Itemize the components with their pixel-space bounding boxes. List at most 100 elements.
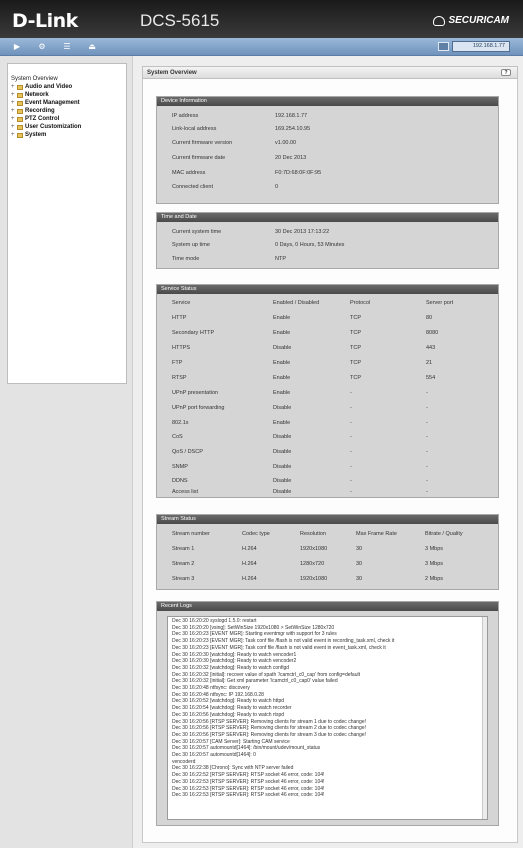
- log-line: Dec 30 16:20:57 automountd[1464]: /bin/m…: [172, 745, 321, 752]
- log-line: Dec 30 16:20:57 automountd[1464]: 0: [172, 752, 256, 759]
- stream-framerate: 30: [356, 546, 363, 552]
- log-line: Dec 30 16:22:53 [RTSP SERVER]: RTSP sock…: [172, 785, 325, 792]
- time-value: NTP: [275, 256, 286, 262]
- stream-framerate: 30: [356, 561, 363, 567]
- service-name: SNMP: [172, 464, 188, 470]
- device-label: Link-local address: [172, 126, 217, 132]
- log-line: Dec 30 16:20:32 [initial]: recover value…: [172, 671, 360, 678]
- log-line: Dec 30 16:20:32 [watchdog]: Ready to wat…: [172, 664, 290, 671]
- service-protocol: -: [350, 434, 352, 440]
- log-line: Dec 30 16:20:54 [watchdog]: Ready to wat…: [172, 705, 292, 712]
- camera-icon: [433, 15, 446, 26]
- folder-icon: [17, 116, 23, 122]
- sidebar-item-audio-and-video[interactable]: + Audio and Video: [11, 83, 124, 91]
- column-header: Server port: [426, 300, 454, 306]
- device-label: Current firmware date: [172, 155, 226, 161]
- ip-display: 192.168.1.77: [452, 41, 510, 52]
- service-protocol: TCP: [350, 345, 361, 351]
- sidebar-item-system[interactable]: + System: [11, 131, 124, 139]
- log-line: Dec 30 16:22:53 [RTSP SERVER]: RTSP sock…: [172, 778, 325, 785]
- securicam-logo: SECURICAM: [433, 15, 509, 26]
- panel-title: Stream Status: [157, 515, 498, 524]
- service-name: 802.1x: [172, 420, 189, 426]
- stream-name: Stream 3: [172, 576, 195, 582]
- service-state: Disable: [273, 345, 292, 351]
- folder-icon: [17, 132, 23, 138]
- stream-framerate: 30: [356, 576, 363, 582]
- service-port: -: [426, 420, 428, 426]
- sidebar-item-event-management[interactable]: + Event Management: [11, 99, 124, 107]
- device-value: 0: [275, 184, 279, 190]
- service-name: UPnP presentation: [172, 390, 219, 396]
- network-icon: [438, 42, 449, 51]
- column-header: Bitrate / Quality: [425, 531, 463, 537]
- log-line: Dec 30 16:20:23 [EVENT MGR]: Task conf f…: [172, 638, 395, 645]
- sidebar-root-system-overview[interactable]: System Overview: [11, 76, 124, 82]
- service-protocol: -: [350, 489, 352, 495]
- service-state: Enable: [273, 315, 291, 321]
- log-line: Dec 30 16:20:56 [watchdog]: Ready to wat…: [172, 711, 285, 718]
- service-name: Secondary HTTP: [172, 330, 215, 336]
- brand-text: SECURICAM: [448, 15, 509, 26]
- folder-icon: [17, 100, 23, 106]
- log-line: Dec 30 16:20:56 [RTSP SERVER]: Removing …: [172, 718, 366, 725]
- stream-resolution: 1920x1080: [300, 546, 328, 552]
- stream-codec: H.264: [242, 576, 257, 582]
- service-state: Enable: [273, 330, 291, 336]
- service-name: RTSP: [172, 375, 187, 381]
- live-video-icon[interactable]: ▶: [11, 41, 23, 51]
- service-state: Enable: [273, 420, 291, 426]
- stream-name: Stream 1: [172, 546, 195, 552]
- folder-icon: [17, 84, 23, 90]
- sidebar-item-user-customization[interactable]: + User Customization: [11, 123, 124, 131]
- service-protocol: -: [350, 449, 352, 455]
- time-value: 0 Days, 0 Hours, 53 Minutes: [275, 242, 345, 248]
- service-port: 8080: [426, 330, 439, 336]
- log-line: Dec 30 16:20:52 [watchdog]: Ready to wat…: [172, 698, 285, 705]
- service-state: Disable: [273, 464, 292, 470]
- service-state: Enable: [273, 360, 291, 366]
- sidebar-item-recording[interactable]: + Recording: [11, 107, 124, 115]
- sidebar-item-ptz-control[interactable]: + PTZ Control: [11, 115, 124, 123]
- service-protocol: -: [350, 405, 352, 411]
- log-line: Dec 30 16:20:48 ntfsync: discovery: [172, 685, 250, 692]
- service-port: -: [426, 489, 428, 495]
- column-header: Service: [172, 300, 191, 306]
- log-line: Dec 30 16:20:23 [EVENT MGR]: Task conf f…: [172, 644, 386, 651]
- setup-icon[interactable]: ⚙: [36, 41, 48, 51]
- service-state: Enable: [273, 390, 291, 396]
- column-header: Codec type: [242, 531, 270, 537]
- page-title: System Overview ?: [142, 66, 518, 79]
- folder-icon: [17, 92, 23, 98]
- log-scrollbar[interactable]: [482, 617, 487, 819]
- service-protocol: TCP: [350, 360, 361, 366]
- device-label: IP address: [172, 113, 199, 119]
- panel-title: Device Information: [157, 97, 498, 106]
- stream-bitrate: 2 Mbps: [425, 576, 444, 582]
- time-label: Current system time: [172, 229, 222, 235]
- logout-icon[interactable]: ⏏: [86, 41, 98, 51]
- panel-title: Service Status: [157, 285, 498, 294]
- stream-codec: H.264: [242, 561, 257, 567]
- time-value: 30 Dec 2013 17:13:22: [275, 229, 330, 235]
- service-state: Disable: [273, 489, 292, 495]
- log-textarea[interactable]: Dec 30 16:20:20 syslogd 1.5.0: restart D…: [167, 616, 488, 820]
- column-header: Resolution: [300, 531, 326, 537]
- sidebar-item-network[interactable]: + Network: [11, 91, 124, 99]
- stream-bitrate: 3 Mbps: [425, 561, 444, 567]
- maintenance-icon[interactable]: ☰: [61, 41, 73, 51]
- time-label: Time mode: [172, 256, 200, 262]
- dlink-logo: D-Link: [12, 10, 78, 32]
- device-label: MAC address: [172, 170, 206, 176]
- service-name: DDNS: [172, 478, 188, 484]
- top-header: D-Link DCS-5615 SECURICAM: [0, 0, 523, 38]
- service-state: Disable: [273, 478, 292, 484]
- stream-codec: H.264: [242, 546, 257, 552]
- log-line: Dec 30 16:20:56 [RTSP SERVER]: Removing …: [172, 731, 366, 738]
- service-name: QoS / DSCP: [172, 449, 203, 455]
- service-state: Disable: [273, 449, 292, 455]
- log-line: Dec 30 16:20:30 [watchdog]: Ready to wat…: [172, 658, 297, 665]
- stream-resolution: 1920x1080: [300, 576, 328, 582]
- column-header: Max Frame Rate: [356, 531, 397, 537]
- help-icon[interactable]: ?: [501, 69, 511, 76]
